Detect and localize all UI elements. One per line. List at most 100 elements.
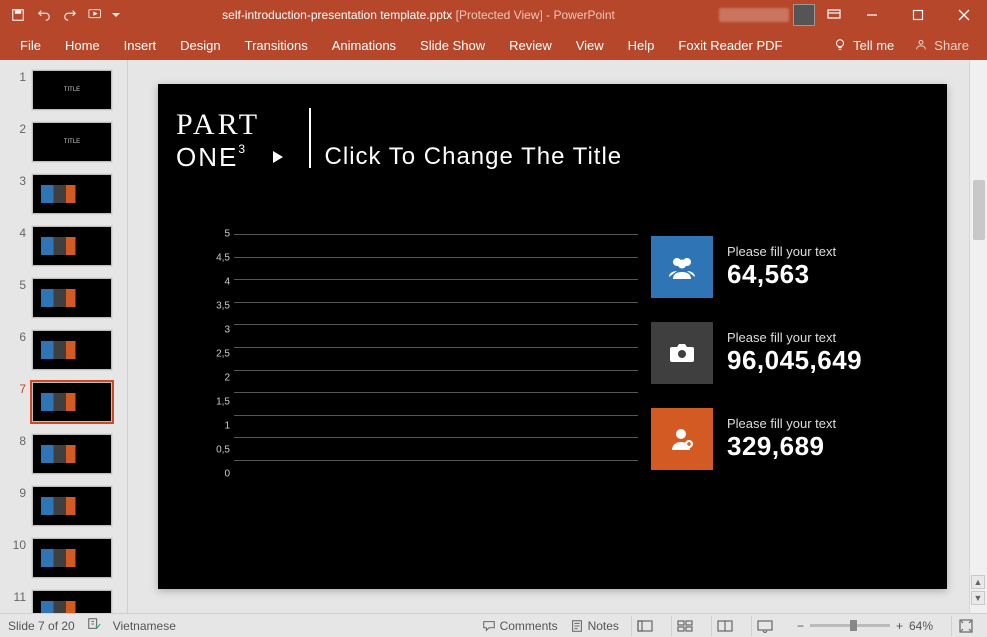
save-button[interactable] — [6, 3, 30, 27]
zoom-slider[interactable] — [810, 624, 890, 627]
prev-slide-button[interactable]: ▲ — [971, 575, 985, 589]
slide-thumbnail[interactable]: 6 — [0, 330, 127, 370]
slide-thumbnail[interactable]: 3 — [0, 174, 127, 214]
slide-thumbnail-preview — [32, 226, 112, 266]
part-sup: 3 — [238, 142, 247, 156]
slide-thumbnail-preview: TITLE — [32, 70, 112, 110]
slide-thumbnail[interactable]: 7 — [0, 382, 127, 422]
slide-nav-buttons: ▲ ▼ — [971, 575, 985, 605]
stat-item: Please fill your text64,563 — [651, 236, 911, 298]
tab-animations[interactable]: Animations — [320, 30, 408, 60]
next-slide-button[interactable]: ▼ — [971, 591, 985, 605]
quick-access-toolbar — [0, 3, 122, 27]
close-button[interactable] — [941, 0, 987, 30]
tab-slideshow[interactable]: Slide Show — [408, 30, 497, 60]
account-avatar — [793, 4, 815, 26]
lightbulb-icon — [833, 38, 847, 52]
slide-thumbnail[interactable]: 2 TITLE — [0, 122, 127, 162]
heading-divider — [309, 108, 311, 168]
slide-thumbnail-number: 2 — [8, 122, 26, 136]
slide-thumbnail-preview — [32, 382, 112, 422]
slide-thumbnail-number: 9 — [8, 486, 26, 500]
stat-label: Please fill your text — [727, 244, 836, 259]
chart-ytick-label: 1,5 — [208, 397, 230, 408]
stat-label: Please fill your text — [727, 330, 862, 345]
stat-label: Please fill your text — [727, 416, 836, 431]
window-controls — [849, 0, 987, 30]
tab-design[interactable]: Design — [168, 30, 232, 60]
slide-thumbnail-number: 3 — [8, 174, 26, 188]
zoom-slider-thumb[interactable] — [850, 620, 857, 631]
slideshow-view-button[interactable] — [751, 616, 779, 636]
ribbon-display-options-button[interactable] — [819, 0, 849, 30]
chart-ytick-label: 2 — [208, 373, 230, 384]
reading-view-button[interactable] — [711, 616, 739, 636]
slide-thumbnail-panel[interactable]: 1TITLE 2 TITLE 3 4 5 6 7 8 9 10 11 — [0, 60, 128, 613]
part-sub: ONE3 — [176, 142, 295, 173]
tab-foxit[interactable]: Foxit Reader PDF — [666, 30, 794, 60]
chart-ytick-label: 4 — [208, 277, 230, 288]
account-area[interactable] — [715, 4, 819, 26]
notes-icon — [570, 619, 584, 633]
tab-view[interactable]: View — [564, 30, 616, 60]
zoom-in-button[interactable]: + — [896, 619, 903, 633]
slide-indicator[interactable]: Slide 7 of 20 — [8, 619, 75, 633]
tab-help[interactable]: Help — [616, 30, 667, 60]
zoom-out-button[interactable]: − — [797, 619, 804, 633]
spellcheck-icon[interactable] — [87, 617, 101, 634]
slide-thumbnail[interactable]: 10 — [0, 538, 127, 578]
current-slide[interactable]: PART ONE3 Click To Change The Title 00,5… — [158, 84, 947, 589]
chart-ytick-label: 0,5 — [208, 445, 230, 456]
status-bar: Slide 7 of 20 Vietnamese Comments Notes … — [0, 613, 987, 637]
protected-view-tag: [Protected View] — [456, 8, 543, 22]
language-indicator[interactable]: Vietnamese — [113, 619, 176, 633]
slide-thumbnail-preview — [32, 330, 112, 370]
notes-button[interactable]: Notes — [570, 619, 619, 633]
ribbon-tabs: File Home Insert Design Transitions Anim… — [0, 30, 987, 60]
slide-thumbnail-number: 6 — [8, 330, 26, 344]
notes-label: Notes — [588, 619, 619, 633]
slide-thumbnail[interactable]: 5 — [0, 278, 127, 318]
comments-button[interactable]: Comments — [482, 619, 558, 633]
users-icon — [651, 236, 713, 298]
undo-button[interactable] — [32, 3, 56, 27]
slide-thumbnail-number: 10 — [8, 538, 26, 552]
slide-thumbnail[interactable]: 4 — [0, 226, 127, 266]
redo-button[interactable] — [58, 3, 82, 27]
slide-title[interactable]: Click To Change The Title — [325, 143, 623, 173]
minimize-button[interactable] — [849, 0, 895, 30]
slide-thumbnail[interactable]: 11 — [0, 590, 127, 613]
comments-label: Comments — [500, 619, 558, 633]
qat-customize-button[interactable] — [110, 3, 122, 27]
slide-thumbnail-preview: TITLE — [32, 122, 112, 162]
tell-me-search[interactable]: Tell me — [823, 38, 904, 53]
stat-value: 329,689 — [727, 431, 836, 462]
tab-file[interactable]: File — [8, 30, 53, 60]
slide-thumbnail[interactable]: 1TITLE — [0, 70, 127, 110]
sorter-view-button[interactable] — [671, 616, 699, 636]
zoom-control[interactable]: − + 64% — [791, 619, 939, 633]
tab-insert[interactable]: Insert — [112, 30, 169, 60]
slide-thumbnail-preview — [32, 434, 112, 474]
stat-list: Please fill your text64,563Please fill y… — [651, 236, 911, 470]
chart-gridline — [234, 460, 638, 461]
tab-home[interactable]: Home — [53, 30, 112, 60]
vertical-scrollbar[interactable] — [969, 60, 987, 613]
start-from-beginning-button[interactable] — [84, 3, 108, 27]
tab-review[interactable]: Review — [497, 30, 564, 60]
slide-thumbnail[interactable]: 8 — [0, 434, 127, 474]
scrollbar-thumb[interactable] — [973, 180, 985, 240]
part-sub-text: ONE — [176, 142, 238, 172]
zoom-percent[interactable]: 64% — [909, 619, 933, 633]
maximize-button[interactable] — [895, 0, 941, 30]
window-title: self-introduction-presentation template.… — [122, 8, 715, 22]
share-button[interactable]: Share — [904, 38, 979, 53]
tab-transitions[interactable]: Transitions — [233, 30, 320, 60]
chart-ytick-label: 0 — [208, 469, 230, 480]
slide-thumbnail[interactable]: 9 — [0, 486, 127, 526]
normal-view-button[interactable] — [631, 616, 659, 636]
bar-chart[interactable]: 00,511,522,533,544,55 — [208, 234, 638, 474]
title-bar: self-introduction-presentation template.… — [0, 0, 987, 30]
chart-ytick-label: 4,5 — [208, 253, 230, 264]
fit-to-window-button[interactable] — [951, 616, 979, 636]
